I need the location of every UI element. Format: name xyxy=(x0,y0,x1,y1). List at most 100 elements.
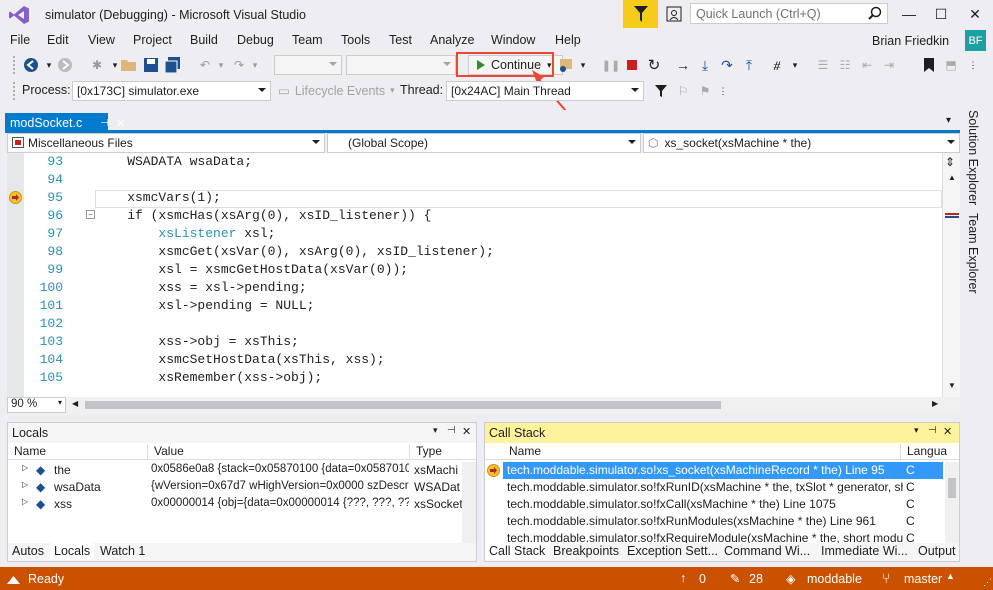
hex-dropdown-icon[interactable]: ▾ xyxy=(786,56,804,74)
editor-horizontal-scrollbar[interactable]: 90 % ▾ ◀ ▶ xyxy=(7,397,960,414)
expand-icon[interactable]: ▷ xyxy=(22,480,28,489)
locals-dropdown-icon[interactable]: ▾ xyxy=(433,425,438,436)
show-next-statement-icon[interactable]: → xyxy=(674,56,692,74)
table-row[interactable]: tech.moddable.simulator.so!fxRunID(xsMac… xyxy=(503,479,943,496)
save-icon[interactable] xyxy=(142,56,160,74)
menu-debug[interactable]: Debug xyxy=(237,33,274,47)
tab-team-explorer[interactable]: Team Explorer xyxy=(966,213,980,294)
tab-solution-explorer[interactable]: Solution Explorer xyxy=(966,110,980,205)
avatar[interactable]: BF xyxy=(965,30,986,51)
thread-dropdown[interactable]: [0x24AC] Main Thread xyxy=(446,81,644,101)
minimize-button[interactable]: — xyxy=(896,4,922,24)
filter-threads-icon[interactable] xyxy=(652,82,670,100)
expand-icon[interactable]: ▷ xyxy=(22,463,28,472)
pin-icon[interactable]: ⊣ xyxy=(100,118,109,129)
lifecycle-events-button[interactable]: ▭ Lifecycle Events ▾ xyxy=(278,83,395,99)
menu-team[interactable]: Team xyxy=(292,33,323,47)
restart-icon[interactable]: ↻ xyxy=(645,56,663,74)
feedback-icon[interactable] xyxy=(663,4,685,24)
bookmark-icon[interactable] xyxy=(920,56,938,74)
user-name[interactable]: Brian Friedkin xyxy=(872,34,949,48)
tab-overflow-icon[interactable]: ▾ xyxy=(946,115,951,126)
tab-exception-settings[interactable]: Exception Sett... xyxy=(623,542,722,560)
tab-watch-1[interactable]: Watch 1 xyxy=(96,542,149,560)
menu-analyze[interactable]: Analyze xyxy=(430,33,474,47)
outdent-icon[interactable]: ⇤ xyxy=(858,56,876,74)
repository-name[interactable]: moddable xyxy=(807,572,862,586)
branch-icon[interactable]: ⑂ xyxy=(882,570,890,586)
call-stack-pin-icon[interactable]: ⊣ xyxy=(928,425,937,436)
tab-autos[interactable]: Autos xyxy=(8,542,48,560)
tab-call-stack[interactable]: Call Stack xyxy=(485,542,550,560)
toolbar-overflow-icon[interactable]: ⋮ xyxy=(964,56,982,74)
undo-dropdown-icon[interactable]: ▾ xyxy=(212,56,230,74)
zoom-dropdown[interactable]: 90 % ▾ xyxy=(7,397,66,413)
column-language[interactable]: Langua xyxy=(901,444,959,460)
column-name[interactable]: Name xyxy=(8,444,148,460)
locals-close-icon[interactable]: ✕ xyxy=(462,425,471,438)
back-icon[interactable] xyxy=(22,56,40,74)
comment-icon[interactable]: ☰ xyxy=(814,56,832,74)
column-value[interactable]: Value xyxy=(148,444,410,460)
menu-view[interactable]: View xyxy=(88,33,115,47)
menu-edit[interactable]: Edit xyxy=(47,33,69,47)
menu-project[interactable]: Project xyxy=(133,33,172,47)
column-name[interactable]: Name xyxy=(503,444,901,460)
horizontal-scroll-thumb[interactable] xyxy=(85,401,721,409)
call-stack-scrollbar[interactable] xyxy=(945,462,959,543)
unpushed-count[interactable]: 0 xyxy=(699,572,706,586)
function-scope-dropdown[interactable]: ⬡ xs_socket(xsMachine * the) xyxy=(643,133,960,153)
table-row[interactable]: tech.moddable.simulator.so!fxCall(xsMach… xyxy=(503,496,943,513)
debug-toolbar-overflow-icon[interactable]: ⋮ xyxy=(714,82,732,100)
indicator-margin[interactable] xyxy=(7,153,24,397)
step-into-icon[interactable]: ⤓ xyxy=(696,56,714,74)
uncomment-icon[interactable]: ☷ xyxy=(836,56,854,74)
show-flagged-icon[interactable]: ⚑ xyxy=(696,82,714,100)
save-all-icon[interactable] xyxy=(164,56,182,74)
menu-tools[interactable]: Tools xyxy=(341,33,370,47)
solution-configuration-dropdown[interactable] xyxy=(274,55,342,75)
scroll-left-icon[interactable]: ◀ xyxy=(72,399,78,408)
code-editor[interactable]: − 93 WSADATA wsaData; 94 95 xsmcVars(1);… xyxy=(7,153,942,397)
expand-icon[interactable]: ▷ xyxy=(22,497,28,506)
scroll-down-icon[interactable]: ▼ xyxy=(948,381,956,390)
process-dropdown[interactable]: [0x173C] simulator.exe xyxy=(72,81,271,101)
call-stack-scroll-thumb[interactable] xyxy=(948,478,956,498)
table-row[interactable]: tech.moddable.simulator.so!fxRunModules(… xyxy=(503,513,943,530)
menu-window[interactable]: Window xyxy=(491,33,535,47)
toolbar-grip[interactable] xyxy=(12,55,16,75)
tab-close-icon[interactable]: ✕ xyxy=(116,117,125,130)
collapse-icon[interactable]: − xyxy=(86,210,95,219)
locals-pin-icon[interactable]: ⊣ xyxy=(447,425,456,436)
step-out-icon[interactable]: ⤒ xyxy=(740,56,758,74)
scroll-up-icon[interactable]: ▲ xyxy=(948,173,956,182)
column-type[interactable]: Type xyxy=(410,444,465,460)
open-file-icon[interactable] xyxy=(120,56,138,74)
indent-icon[interactable]: ⇥ xyxy=(880,56,898,74)
step-over-icon[interactable]: ↷ xyxy=(718,56,736,74)
close-button[interactable]: ✕ xyxy=(962,4,988,24)
global-scope-dropdown[interactable]: (Global Scope) xyxy=(327,133,641,153)
pencil-icon[interactable]: ✎ xyxy=(730,571,740,586)
call-stack-close-icon[interactable]: ✕ xyxy=(943,425,952,438)
flag-thread-icon[interactable]: ⚐ xyxy=(674,82,692,100)
scroll-right-icon[interactable]: ▶ xyxy=(932,399,938,408)
locals-scrollbar[interactable] xyxy=(462,462,476,543)
table-row[interactable]: ▷ ◆ xss 0x00000014 {obj={data=0x00000014… xyxy=(8,496,476,513)
menu-file[interactable]: File xyxy=(10,33,30,47)
tab-command-window[interactable]: Command Wi... xyxy=(720,542,814,560)
call-stack-dropdown-icon[interactable]: ▾ xyxy=(914,425,919,436)
repository-icon[interactable]: ◈ xyxy=(786,571,796,586)
branch-up-icon[interactable]: ▲ xyxy=(946,571,955,581)
tab-breakpoints[interactable]: Breakpoints xyxy=(549,542,623,560)
branch-name[interactable]: master xyxy=(904,572,942,586)
solution-platform-dropdown[interactable] xyxy=(346,55,456,75)
forward-icon[interactable] xyxy=(56,56,74,74)
publish-arrow-icon[interactable]: ↑ xyxy=(680,571,686,585)
new-project-icon[interactable]: ✱ xyxy=(88,56,106,74)
table-row[interactable]: ▷ ◆ wsaData {wVersion=0x67d7 wHighVersio… xyxy=(8,479,476,496)
menu-build[interactable]: Build xyxy=(190,33,218,47)
resize-grip-icon[interactable]: ⋰ xyxy=(983,577,992,588)
editor-vertical-scrollbar[interactable]: ⇕ ▲ ▼ xyxy=(942,153,960,397)
pending-changes-count[interactable]: 28 xyxy=(749,572,763,586)
